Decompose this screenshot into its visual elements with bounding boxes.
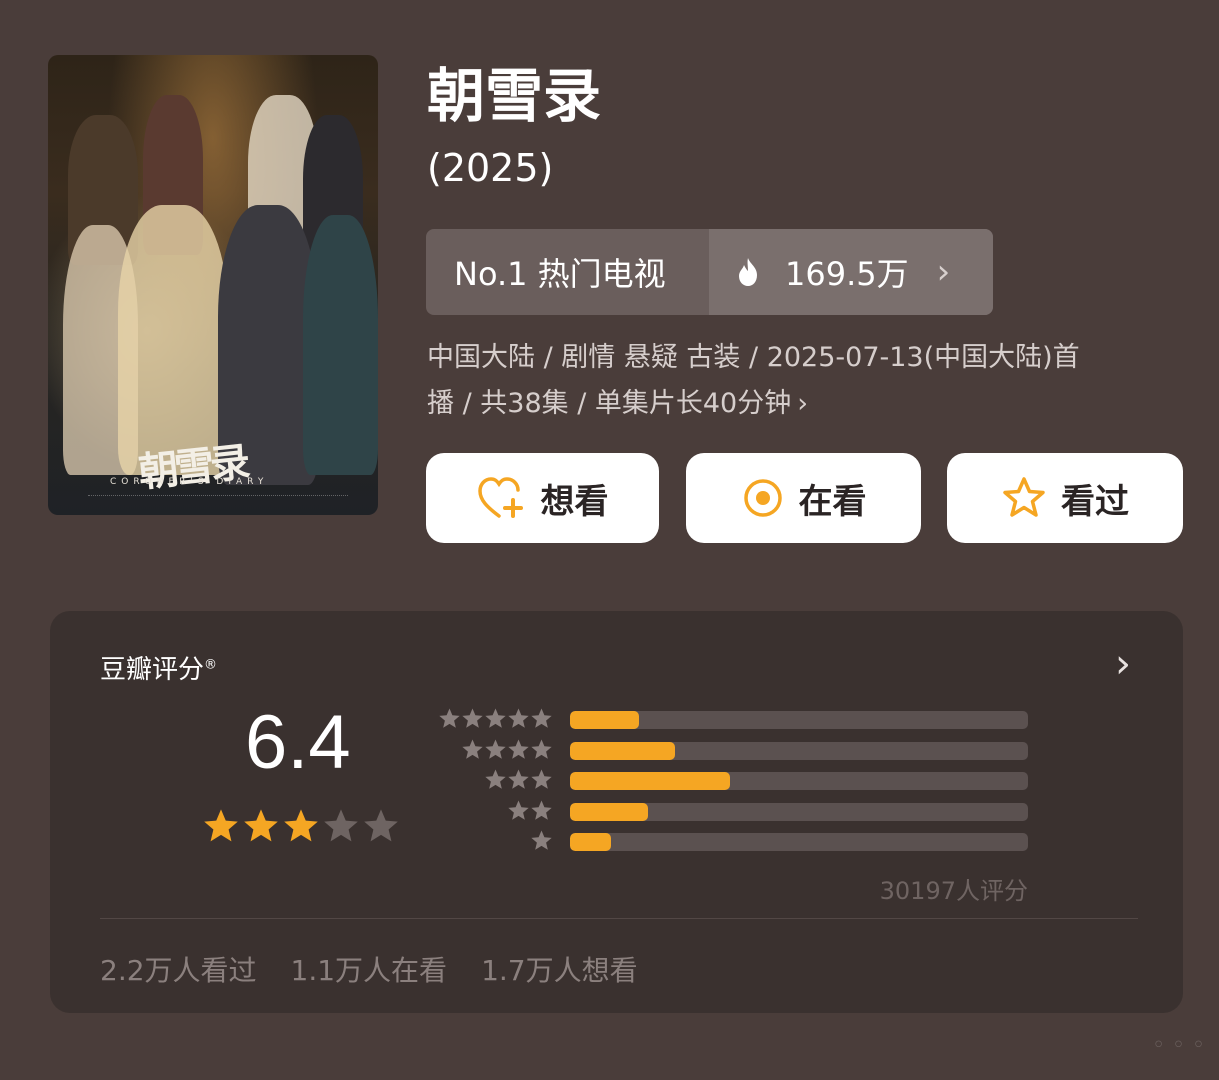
meta-line-2-wrap: 播 / 共38集 / 单集片长40分钟 › (427, 381, 1157, 427)
distribution-bar-3 (570, 772, 1028, 790)
star-icon (204, 809, 238, 842)
watched-button[interactable]: 看过 (947, 453, 1183, 543)
registered-mark: ® (204, 657, 218, 673)
divider (100, 918, 1138, 919)
star-icon (244, 809, 278, 842)
watched-label: 看过 (1061, 481, 1129, 522)
rating-stars (202, 807, 400, 845)
star-icon (439, 708, 460, 728)
poster-figure (303, 215, 378, 475)
star-icon (485, 769, 506, 789)
chevron-right-icon: › (797, 388, 809, 419)
star-icon (508, 799, 529, 820)
poster-subtitle: CORONER'S DIARY (110, 477, 269, 487)
rating-card[interactable]: 豆瓣评分® › 6.4 30197人评分 2.2万人看过 1.1万人在看 1.7… (50, 611, 1183, 1013)
distribution-fill-4 (570, 741, 676, 760)
rating-label-wrap: 豆瓣评分® (100, 649, 217, 686)
rank-box[interactable]: No.1 热门电视 169.5万 › (426, 229, 993, 315)
watermark: ◦ ◦ ◦ (1152, 1033, 1205, 1058)
distribution-stars-3 (438, 768, 553, 791)
poster-image[interactable]: 朝雪录 CORONER'S DIARY (48, 55, 378, 515)
want-label: 想看 (540, 481, 609, 522)
rating-score: 6.4 (245, 700, 351, 785)
meta-line-1: 中国大陆 / 剧情 悬疑 古装 / 2025-07-13(中国大陆)首 (427, 342, 1080, 373)
star-icon (462, 708, 483, 728)
star-icon (364, 809, 398, 842)
target-icon (743, 479, 782, 517)
distribution-stars-5 (438, 707, 553, 730)
distribution-fill-3 (570, 772, 731, 790)
star-icon (485, 738, 506, 759)
star-icon (508, 738, 529, 759)
show-year: (2025) (427, 146, 554, 190)
poster-title: 朝雪录 (136, 438, 249, 497)
stat-want[interactable]: 1.7万人想看 (481, 949, 638, 989)
distribution-bar-2 (570, 802, 1028, 821)
star-icon (531, 799, 552, 820)
distribution-bar-5 (570, 711, 1028, 729)
star-icon (462, 738, 483, 759)
stat-watched[interactable]: 2.2万人看过 (100, 949, 257, 989)
star-icon (531, 830, 552, 850)
star-icon (284, 809, 318, 842)
distribution-stars-1 (438, 829, 553, 852)
heat-value: 169.5万 (785, 255, 909, 293)
show-meta[interactable]: 中国大陆 / 剧情 悬疑 古装 / 2025-07-13(中国大陆)首 播 / … (427, 335, 1157, 427)
show-title: 朝雪录 (427, 62, 602, 130)
chevron-right-icon[interactable]: › (1115, 641, 1131, 687)
poster-credits (88, 495, 348, 510)
heart-plus-icon (477, 477, 523, 518)
rank-label: No.1 热门电视 (454, 255, 666, 293)
distribution-stars-4 (438, 738, 553, 761)
meta-line-2: 播 / 共38集 / 单集片长40分钟 (427, 388, 792, 419)
star-icon (508, 769, 529, 789)
vote-count: 30197人评分 (879, 877, 1028, 905)
heat-section[interactable]: 169.5万 › (709, 229, 993, 315)
watching-button[interactable]: 在看 (686, 453, 921, 543)
star-icon (1003, 477, 1045, 517)
distribution-fill-2 (570, 802, 648, 821)
star-icon (324, 809, 358, 842)
distribution-bar-1 (570, 833, 1028, 851)
stat-watching[interactable]: 1.1万人在看 (291, 949, 448, 989)
rating-label: 豆瓣评分 (100, 655, 205, 685)
star-icon (508, 708, 529, 728)
chevron-right-icon: › (936, 252, 951, 292)
star-icon (531, 708, 552, 728)
stats-row: 2.2万人看过 1.1万人在看 1.7万人想看 (100, 949, 638, 989)
star-icon (531, 738, 552, 759)
star-icon (531, 769, 552, 789)
star-icon (485, 708, 506, 728)
want-button[interactable]: 想看 (426, 453, 659, 543)
distribution-fill-1 (570, 833, 612, 851)
flame-icon (739, 258, 757, 286)
distribution-fill-5 (570, 711, 639, 729)
distribution-stars-2 (438, 799, 553, 822)
watching-label: 在看 (798, 481, 867, 522)
distribution-bar-4 (570, 741, 1028, 760)
